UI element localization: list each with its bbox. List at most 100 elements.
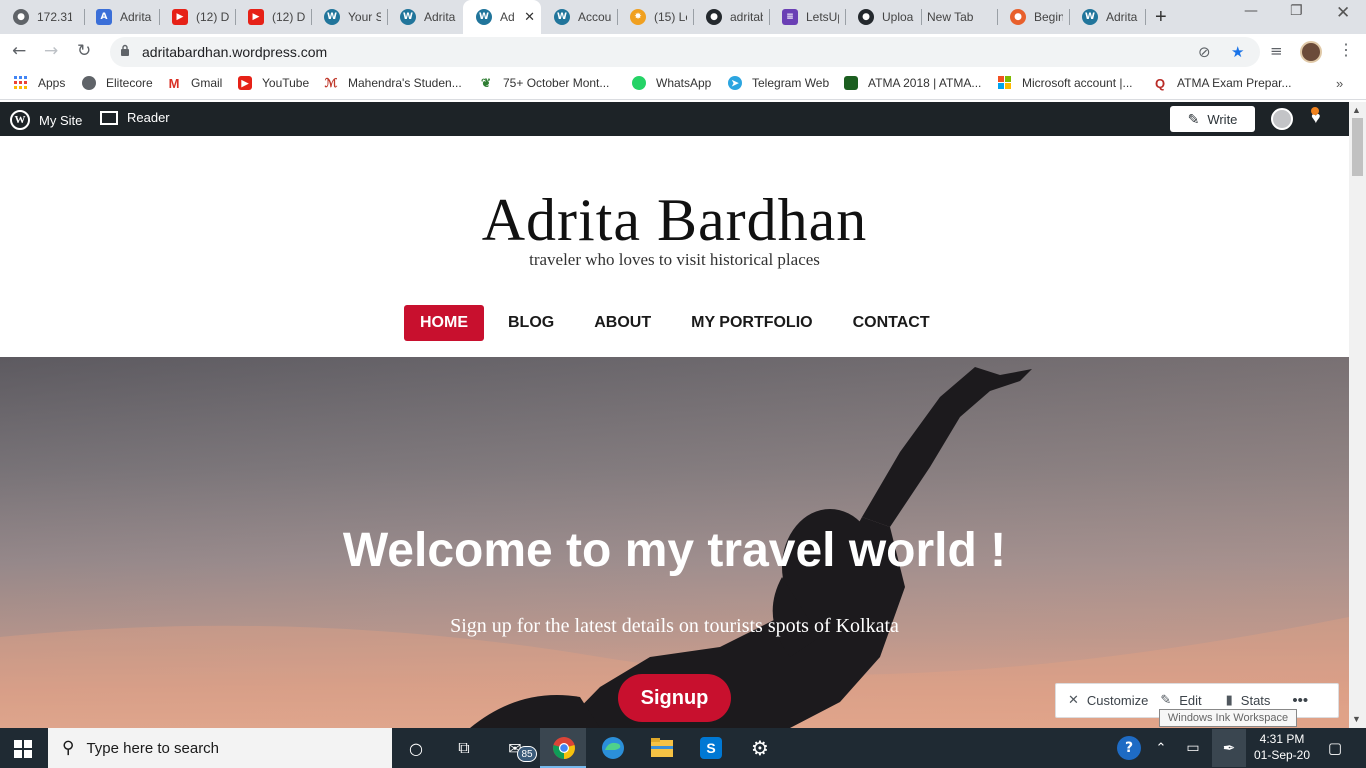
youtube-icon: ▶ [172,9,188,25]
chrome-icon[interactable] [552,736,576,760]
bookmark-telegram[interactable]: ➤ Telegram Web [728,76,829,90]
close-tab-icon[interactable]: ✕ [524,9,535,25]
menu-item-about[interactable]: ABOUT [578,305,667,341]
system-clock[interactable]: 4:31 PM 01-Sep-20 [1252,731,1312,763]
cortana-icon[interactable]: ○ [404,736,428,760]
browser-tab[interactable]: W Your Si [311,0,387,34]
my-site-link[interactable]: W My Site [10,110,82,130]
windows-ink-icon[interactable]: ✒ [1212,729,1246,767]
write-button[interactable]: ✎ Write [1170,106,1255,132]
browser-tab[interactable]: New Tab [921,0,997,34]
bookmark-mahendras[interactable]: ℳ Mahendra's Studen... [324,76,462,90]
bookmark-atma-exam[interactable]: Q ATMA Exam Prepar... [1153,75,1291,91]
browser-tab-active[interactable]: W Ad ✕ [463,0,541,34]
signup-button[interactable]: Signup [618,674,731,722]
browser-tab[interactable]: ▶ (12) Di [235,0,311,34]
forward-button[interactable]: → [44,41,58,61]
bookmark-gmail[interactable]: M Gmail [167,75,222,91]
browser-tab[interactable]: W Adrita [1069,0,1145,34]
whatsapp-icon [632,76,646,90]
notifications-icon[interactable]: ▢ [1323,736,1347,760]
site-title[interactable]: Adrita Bardhan [0,186,1349,255]
wordpress-icon: W [476,9,492,25]
site-tagline: traveler who loves to visit historical p… [529,250,820,269]
chevron-up-icon[interactable]: ⌃ [1149,736,1173,760]
browser-tab[interactable]: ● 172.31 [0,0,78,34]
svg-text:S: S [706,740,715,756]
globe-icon [82,76,96,90]
menu-item-contact[interactable]: CONTACT [837,305,946,341]
stats-button[interactable]: ▮ Stats [1226,693,1271,708]
eye-off-icon[interactable]: ⊘ [1198,43,1211,61]
back-button[interactable]: ← [12,41,26,61]
github-icon: ● [706,9,722,25]
bookmark-youtube[interactable]: ▶ YouTube [238,76,309,90]
scroll-thumb[interactable] [1352,118,1363,176]
browser-tab[interactable]: ● Beginn [997,0,1069,34]
bookmark-october[interactable]: ❦ 75+ October Mont... [479,76,609,90]
menu-item-home[interactable]: HOME [404,305,484,341]
edge-icon[interactable] [601,736,625,760]
github-icon: ● [858,9,874,25]
wordpress-icon: W [400,9,416,25]
browser-tab[interactable]: ✸ (15) Le [617,0,693,34]
edit-button[interactable]: ✎ Edit [1160,693,1201,708]
browser-tab[interactable]: ● Uploa [845,0,921,34]
settings-gear-icon[interactable]: ⚙ [748,736,772,760]
windows-start-icon[interactable] [14,740,32,758]
bookmark-microsoft[interactable]: Microsoft account |... [998,76,1133,90]
hero-heading: Welcome to my travel world ! [342,524,1007,577]
scroll-down-icon[interactable]: ▼ [1352,714,1361,724]
new-tab-button[interactable]: + [1155,6,1167,29]
quora-icon: Q [1153,75,1167,91]
skype-icon[interactable]: S [699,736,723,760]
bookmark-whatsapp[interactable]: WhatsApp [632,76,711,90]
browser-tab[interactable]: ▶ (12) Di [159,0,235,34]
reload-button[interactable]: ↻ [77,41,91,61]
reader-link[interactable]: Reader [100,110,170,125]
menu-item-blog[interactable]: BLOG [492,305,570,341]
more-bookmarks-icon[interactable]: » [1336,76,1343,91]
file-explorer-icon[interactable] [650,737,674,759]
primary-menu: HOME BLOG ABOUT MY PORTFOLIO CONTACT [404,305,954,341]
help-icon[interactable]: ? [1117,736,1141,760]
taskbar-search[interactable]: ⚲ Type here to search [48,728,392,768]
bookmark-atma-2018[interactable]: ATMA 2018 | ATMA... [844,76,981,90]
hero-cover: Welcome to my travel world ! Sign up for… [0,357,1349,728]
address-bar[interactable]: adritabardhan.wordpress.com ⊘ ★ [110,37,1260,67]
close-window-button[interactable]: ✕ [1336,3,1350,23]
user-avatar[interactable] [1271,108,1293,130]
reader-icon [100,110,118,125]
bookmark-apps[interactable]: Apps [14,76,65,90]
browser-tab[interactable]: A Adrita [83,0,159,34]
leaf-icon: ❦ [479,76,493,90]
task-view-icon[interactable]: ⧉ [452,736,476,760]
browser-tab[interactable]: ≡ LetsUp [769,0,845,34]
more-options-icon[interactable]: ••• [1292,692,1308,709]
browser-tab[interactable]: ● adritab [693,0,769,34]
wordpress-icon: W [554,9,570,25]
notification-dot [1311,107,1319,115]
minimize-button[interactable]: — [1244,3,1258,19]
wordpress-icon: W [324,9,340,25]
gmail-icon: M [167,75,181,91]
profile-avatar[interactable] [1300,41,1322,63]
restore-button[interactable]: ❐ [1290,3,1303,19]
battery-icon[interactable]: ▭ [1181,736,1205,760]
media-control-icon[interactable]: ≡ [1270,42,1283,60]
menu-item-portfolio[interactable]: MY PORTFOLIO [675,305,828,341]
telegram-icon: ➤ [728,76,742,90]
bookmark-elitecore[interactable]: Elitecore [82,76,153,90]
page-scrollbar[interactable] [1349,102,1366,728]
scroll-up-icon[interactable]: ▲ [1352,105,1361,115]
menu-dots-icon[interactable]: ⋮ [1338,40,1354,60]
star-icon[interactable]: ★ [1231,43,1244,61]
apps-grid-icon [14,76,27,89]
letsupgrade-icon: ≡ [782,9,798,25]
mail-badge: 85 [517,746,537,762]
browser-tab[interactable]: W Adrita [387,0,463,34]
gdrive-icon: A [96,9,112,25]
customize-button[interactable]: ✕ Customize [1068,693,1148,708]
bookmarks-bar: Apps Elitecore M Gmail ▶ YouTube ℳ Mahen… [0,70,1366,100]
browser-tab[interactable]: W Accou [541,0,617,34]
